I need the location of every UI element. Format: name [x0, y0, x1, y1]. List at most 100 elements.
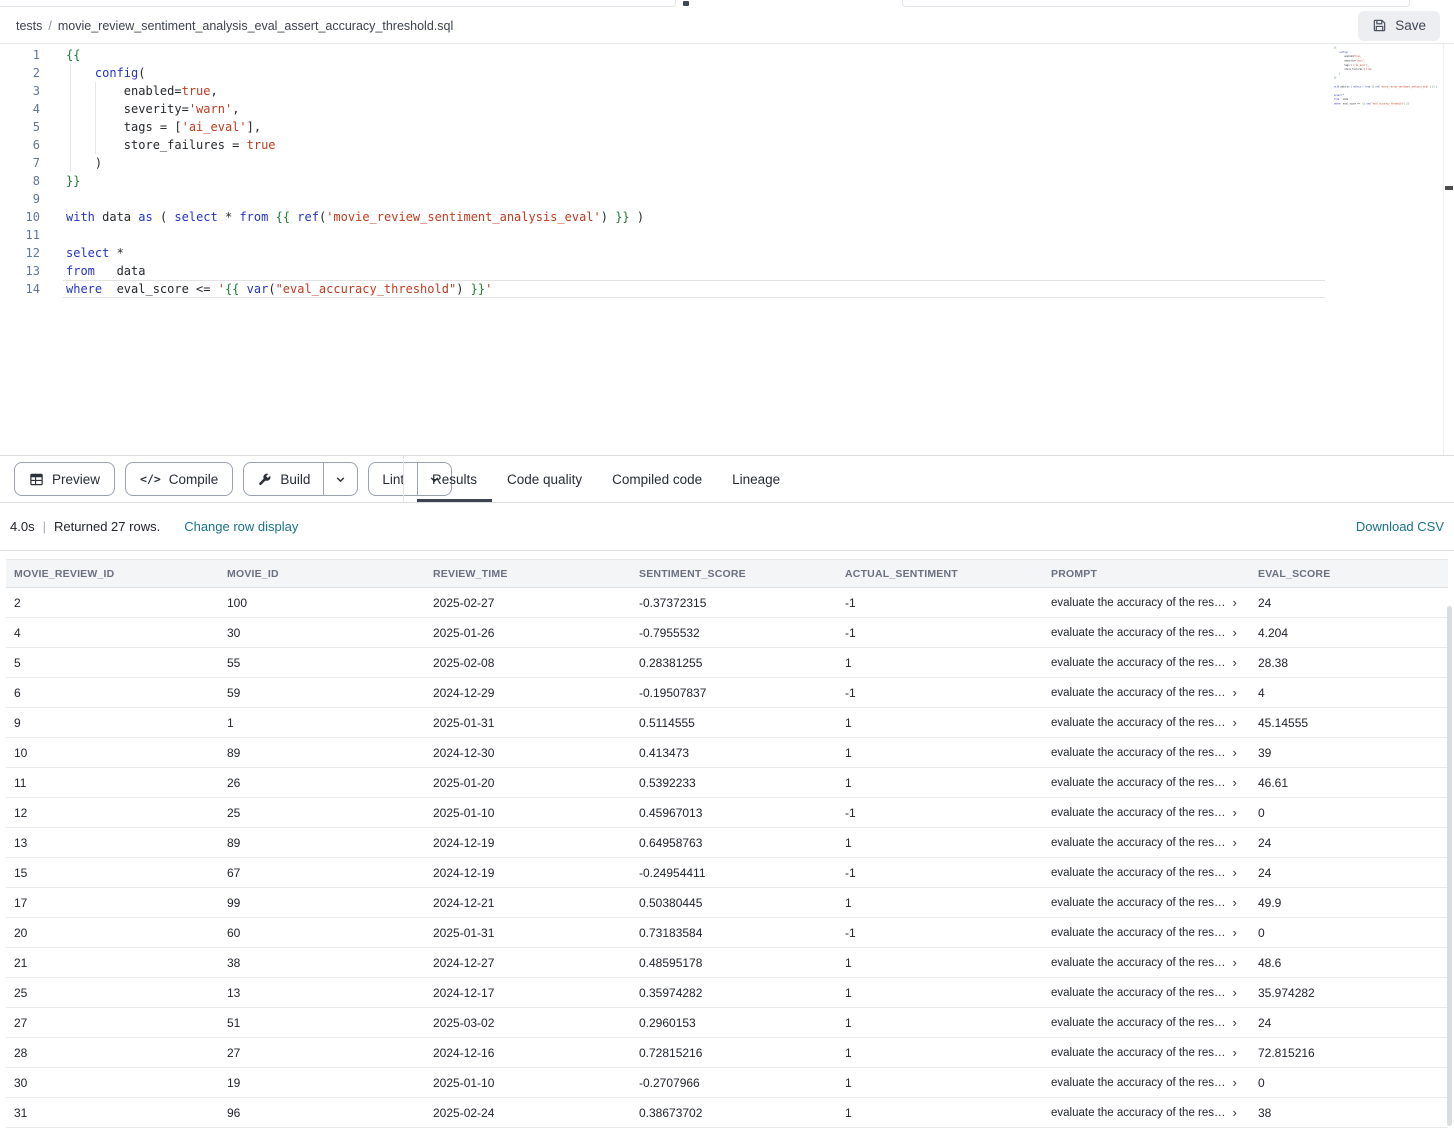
lint-label: Lint	[382, 472, 404, 487]
column-header-prompt[interactable]: PROMPT	[1043, 568, 1250, 580]
prompt-cell[interactable]: evaluate the accuracy of the res…›	[1043, 926, 1250, 939]
prompt-cell[interactable]: evaluate the accuracy of the res…›	[1043, 656, 1250, 669]
cell: 15	[6, 866, 219, 880]
column-header-review_time[interactable]: REVIEW_TIME	[425, 568, 631, 580]
lint-button[interactable]: Lint	[369, 463, 417, 495]
prompt-cell[interactable]: evaluate the accuracy of the res…›	[1043, 1076, 1250, 1089]
code-line[interactable]: from data	[66, 262, 644, 280]
code-line[interactable]	[66, 190, 644, 208]
build-dropdown-button[interactable]	[323, 463, 357, 495]
prompt-cell[interactable]: evaluate the accuracy of the res…›	[1043, 896, 1250, 909]
cell: 100	[219, 596, 425, 610]
prompt-cell[interactable]: evaluate the accuracy of the res… ›	[1043, 1016, 1250, 1029]
code-line[interactable]: {{	[66, 46, 644, 64]
prompt-cell[interactable]: evaluate the accuracy of the res…›	[1043, 866, 1250, 879]
code-line[interactable]: tags = ['ai_eval'],	[66, 118, 644, 136]
download-csv-link[interactable]: Download CSV	[1356, 519, 1444, 534]
code-content[interactable]: {{ config( enabled=true, severity='warn'…	[66, 46, 644, 298]
prompt-cell[interactable]: evaluate the accuracy of the res…›	[1043, 956, 1250, 969]
prompt-cell[interactable]: evaluate the accuracy of the res…›	[1043, 596, 1250, 609]
tab-results[interactable]: Results	[417, 456, 492, 502]
column-header-eval_score[interactable]: EVAL_SCORE	[1250, 568, 1448, 580]
build-button[interactable]: Build	[244, 463, 323, 495]
code-line[interactable]: with data as ( select * from {{ ref('mov…	[66, 208, 644, 226]
prompt-cell[interactable]: evaluate the accuracy of the res…›	[1043, 1106, 1250, 1119]
cell: 0.50380445	[631, 896, 837, 910]
preview-button[interactable]: Preview	[14, 462, 115, 496]
tab-lineage[interactable]: Lineage	[717, 456, 795, 502]
expand-prompt-icon[interactable]: ›	[1233, 776, 1237, 789]
tab-code-quality[interactable]: Code quality	[492, 456, 597, 502]
cell: 19	[219, 1076, 425, 1090]
expand-prompt-icon[interactable]: ›	[1233, 1016, 1237, 1029]
code-line[interactable]: where eval_score <= '{{ var("eval_accura…	[66, 280, 644, 298]
expand-prompt-icon[interactable]: ›	[1233, 806, 1237, 819]
table-row: 21382024-12-270.485951781evaluate the ac…	[6, 948, 1448, 978]
table-row: 10892024-12-300.4134731evaluate the accu…	[6, 738, 1448, 768]
expand-prompt-icon[interactable]: ›	[1233, 926, 1237, 939]
prompt-cell[interactable]: evaluate the accuracy of the res…›	[1043, 776, 1250, 789]
prompt-cell[interactable]: evaluate the accuracy of the res…›	[1043, 806, 1250, 819]
save-icon	[1372, 18, 1387, 33]
prompt-cell[interactable]: evaluate the accuracy of the res…›	[1043, 686, 1250, 699]
cell: -1	[837, 866, 1043, 880]
results-scrollbar-thumb[interactable]	[1447, 606, 1452, 1126]
table-row: 4302025-01-26-0.7955532-1evaluate the ac…	[6, 618, 1448, 648]
prompt-cell[interactable]: evaluate the accuracy of the res…›	[1043, 716, 1250, 729]
cell: 9	[6, 716, 219, 730]
cell: 48.6	[1250, 956, 1448, 970]
prompt-cell[interactable]: evaluate the accuracy of the res…›	[1043, 626, 1250, 639]
editor-scrollbar-thumb[interactable]	[1445, 186, 1453, 190]
code-line[interactable]: enabled=true,	[66, 82, 644, 100]
code-line[interactable]: store_failures = true	[66, 136, 644, 154]
expand-prompt-icon[interactable]: ›	[1233, 986, 1237, 999]
code-line[interactable]	[66, 226, 644, 244]
breadcrumb-dir[interactable]: tests	[16, 19, 42, 33]
line-number: 1	[0, 46, 40, 64]
editor-minimap[interactable]: {{ config( enabled=true, severity='warn'…	[1334, 46, 1443, 106]
prompt-cell[interactable]: evaluate the accuracy of the res…›	[1043, 1046, 1250, 1059]
prompt-cell[interactable]: evaluate the accuracy of the res…›	[1043, 986, 1250, 999]
cell: 96	[219, 1106, 425, 1120]
save-button[interactable]: Save	[1358, 11, 1440, 41]
code-line[interactable]: )	[66, 154, 644, 172]
cell: 0.28381255	[631, 656, 837, 670]
cell: -1	[837, 626, 1043, 640]
cell: 4	[1250, 686, 1448, 700]
expand-prompt-icon[interactable]: ›	[1233, 1106, 1237, 1119]
prompt-text: evaluate the accuracy of the res…	[1051, 1017, 1226, 1029]
expand-prompt-icon[interactable]: ›	[1233, 746, 1237, 759]
results-table: MOVIE_REVIEW_IDMOVIE_IDREVIEW_TIMESENTIM…	[6, 559, 1448, 1128]
code-line[interactable]: config(	[66, 64, 644, 82]
code-line[interactable]: }}	[66, 172, 644, 190]
prompt-cell[interactable]: evaluate the accuracy of the res…›	[1043, 746, 1250, 759]
prompt-cell[interactable]: evaluate the accuracy of the res…›	[1043, 836, 1250, 849]
expand-prompt-icon[interactable]: ›	[1233, 716, 1237, 729]
column-header-actual_sentiment[interactable]: ACTUAL_SENTIMENT	[837, 568, 1043, 580]
code-line[interactable]: severity='warn',	[66, 100, 644, 118]
expand-prompt-icon[interactable]: ›	[1233, 866, 1237, 879]
expand-prompt-icon[interactable]: ›	[1233, 656, 1237, 669]
expand-prompt-icon[interactable]: ›	[1233, 626, 1237, 639]
cell: 2024-12-19	[425, 866, 631, 880]
expand-prompt-icon[interactable]: ›	[1233, 836, 1237, 849]
column-header-movie_review_id[interactable]: MOVIE_REVIEW_ID	[6, 568, 219, 580]
cell: 0.2960153	[631, 1016, 837, 1030]
tab-compiled-code[interactable]: Compiled code	[597, 456, 717, 502]
code-line[interactable]: select *	[66, 244, 644, 262]
column-header-movie_id[interactable]: MOVIE_ID	[219, 568, 425, 580]
code-line[interactable]: with data as ( select * from {{ ref('mov…	[1334, 85, 1443, 89]
code-line[interactable]: where eval_score <= '{{ var("eval_accura…	[1334, 102, 1443, 106]
change-row-display-link[interactable]: Change row display	[184, 519, 298, 534]
compile-button[interactable]: </> Compile	[125, 462, 233, 496]
expand-prompt-icon[interactable]: ›	[1233, 596, 1237, 609]
code-editor[interactable]: 1234567891011121314 {{ config( enabled=t…	[0, 44, 1454, 455]
cell: 99	[219, 896, 425, 910]
expand-prompt-icon[interactable]: ›	[1233, 686, 1237, 699]
table-row: 912025-01-310.51145551evaluate the accur…	[6, 708, 1448, 738]
column-header-sentiment_score[interactable]: SENTIMENT_SCORE	[631, 568, 837, 580]
expand-prompt-icon[interactable]: ›	[1233, 956, 1237, 969]
expand-prompt-icon[interactable]: ›	[1233, 896, 1237, 909]
expand-prompt-icon[interactable]: ›	[1233, 1046, 1237, 1059]
expand-prompt-icon[interactable]: ›	[1233, 1076, 1237, 1089]
